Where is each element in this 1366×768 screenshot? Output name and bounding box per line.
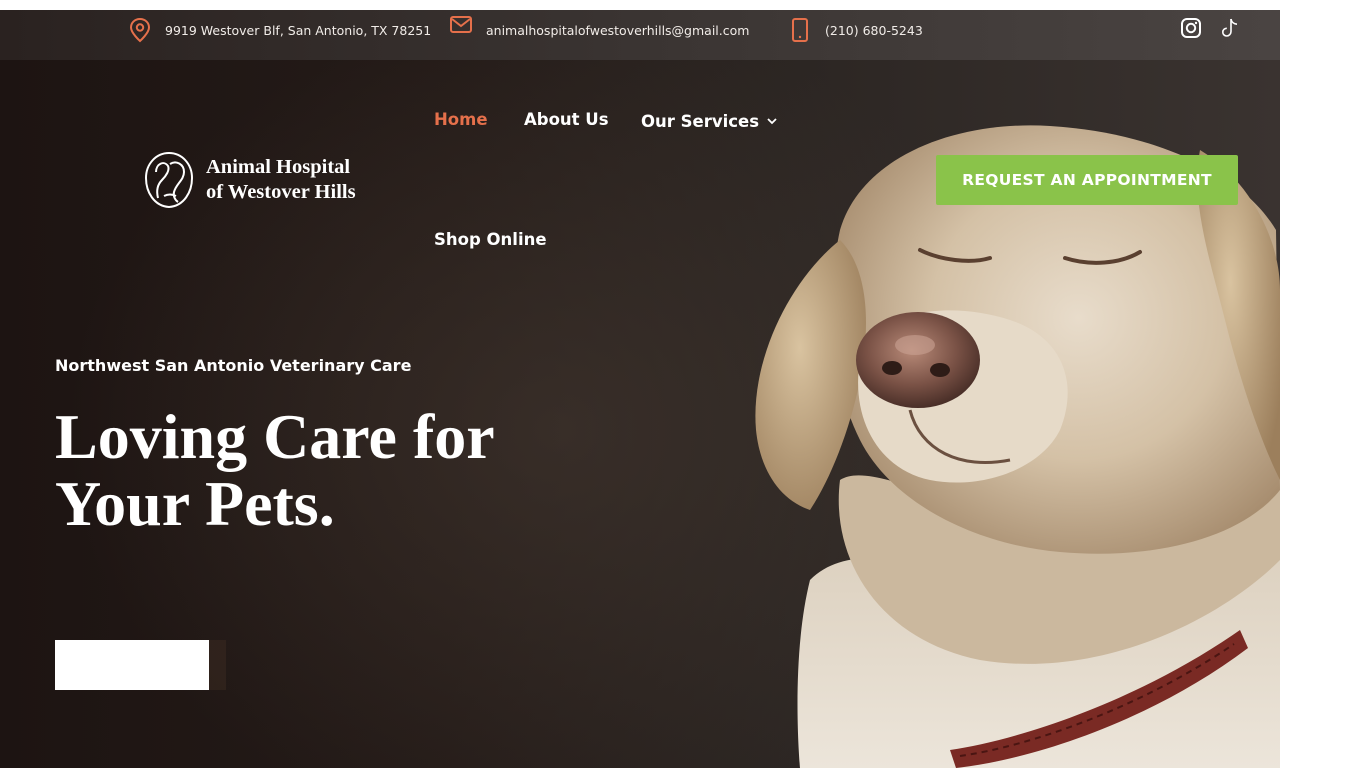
site-logo[interactable]: Animal Hospital of Westover Hills [142,150,356,210]
hero-eyebrow: Northwest San Antonio Veterinary Care [55,356,412,375]
info-bar: 9919 Westover Blf, San Antonio, TX 78251… [0,10,1280,60]
phone-item[interactable]: (210) 680-5243 [790,10,923,50]
email-text-wrap[interactable]: animalhospitalofwestoverhills@gmail.com [486,10,749,50]
phone-text: (210) 680-5243 [825,22,923,38]
logo-line-1: Animal Hospital [206,156,351,178]
hero-headline: Loving Care for Your Pets. [55,403,495,537]
address-item[interactable]: 9919 Westover Blf, San Antonio, TX 78251 [128,10,431,50]
nav-our-services[interactable]: Our Services [641,110,777,131]
nav-home[interactable]: Home [434,110,488,129]
logo-mark-icon [144,151,194,209]
email-text: animalhospitalofwestoverhills@gmail.com [486,22,750,38]
hero-button-edge [209,640,226,690]
hero-headline-line-1: Loving Care for [55,401,495,472]
nav-shop-online[interactable]: Shop Online [434,230,547,249]
hero-button[interactable] [55,640,209,690]
chevron-down-icon [767,110,777,129]
instagram-icon[interactable] [1179,16,1203,40]
nav-about-us[interactable]: About Us [524,110,609,129]
phone-icon [790,17,810,43]
logo-text: Animal Hospital of Westover Hills [206,155,356,205]
request-appointment-button[interactable]: REQUEST AN APPOINTMENT [936,155,1238,205]
map-pin-icon [128,17,152,43]
tiktok-icon[interactable] [1218,16,1242,40]
nav-our-services-label: Our Services [641,112,760,131]
page: 9919 Westover Blf, San Antonio, TX 78251… [0,0,1280,768]
hero-headline-line-2: Your Pets. [55,468,335,539]
email-item[interactable] [449,5,473,45]
logo-line-2: of Westover Hills [206,181,356,203]
mail-icon [449,15,473,35]
top-strip [0,0,1280,10]
address-text: 9919 Westover Blf, San Antonio, TX 78251 [165,22,432,38]
